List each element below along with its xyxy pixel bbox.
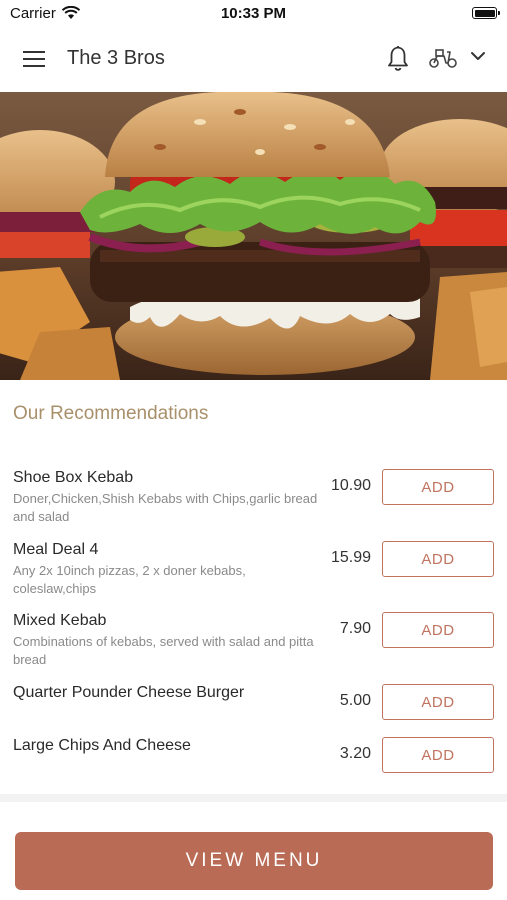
- item-description: Doner,Chicken,Shish Kebabs with Chips,ga…: [13, 491, 318, 524]
- add-button[interactable]: ADD: [382, 469, 494, 505]
- divider: [0, 794, 507, 802]
- restaurant-title: The 3 Bros: [67, 47, 165, 69]
- hero-burger-image: [0, 92, 507, 380]
- battery-icon: [472, 7, 500, 19]
- item-price: 7.90: [339, 620, 371, 637]
- item-description: Combinations of kebabs, served with sala…: [13, 634, 314, 667]
- item-price: 3.20: [339, 745, 371, 762]
- add-button[interactable]: ADD: [382, 612, 494, 648]
- section-title: Our Recommendations: [13, 403, 209, 424]
- chevron-down-icon[interactable]: [470, 50, 486, 62]
- item-name: Large Chips And Cheese: [13, 737, 191, 754]
- status-time: 10:33 PM: [220, 5, 287, 22]
- app-header: The 3 Bros: [0, 28, 507, 92]
- item-name: Shoe Box Kebab: [13, 469, 134, 486]
- item-price: 5.00: [339, 692, 371, 709]
- status-bar: Carrier 10:33 PM: [0, 0, 507, 28]
- item-name: Mixed Kebab: [13, 612, 107, 629]
- item-description: Any 2x 10inch pizzas, 2 x doner kebabs, …: [13, 563, 246, 596]
- item-name: Quarter Pounder Cheese Burger: [13, 684, 245, 701]
- item-name: Meal Deal 4: [13, 541, 99, 558]
- scooter-icon[interactable]: [427, 46, 459, 70]
- add-button[interactable]: ADD: [382, 684, 494, 720]
- bell-icon[interactable]: [386, 44, 410, 72]
- item-price: 15.99: [330, 549, 371, 566]
- view-menu-button[interactable]: VIEW MENU: [15, 832, 493, 890]
- add-button[interactable]: ADD: [382, 737, 494, 773]
- menu-icon[interactable]: [23, 50, 45, 68]
- add-button[interactable]: ADD: [382, 541, 494, 577]
- item-price: 10.90: [330, 477, 371, 494]
